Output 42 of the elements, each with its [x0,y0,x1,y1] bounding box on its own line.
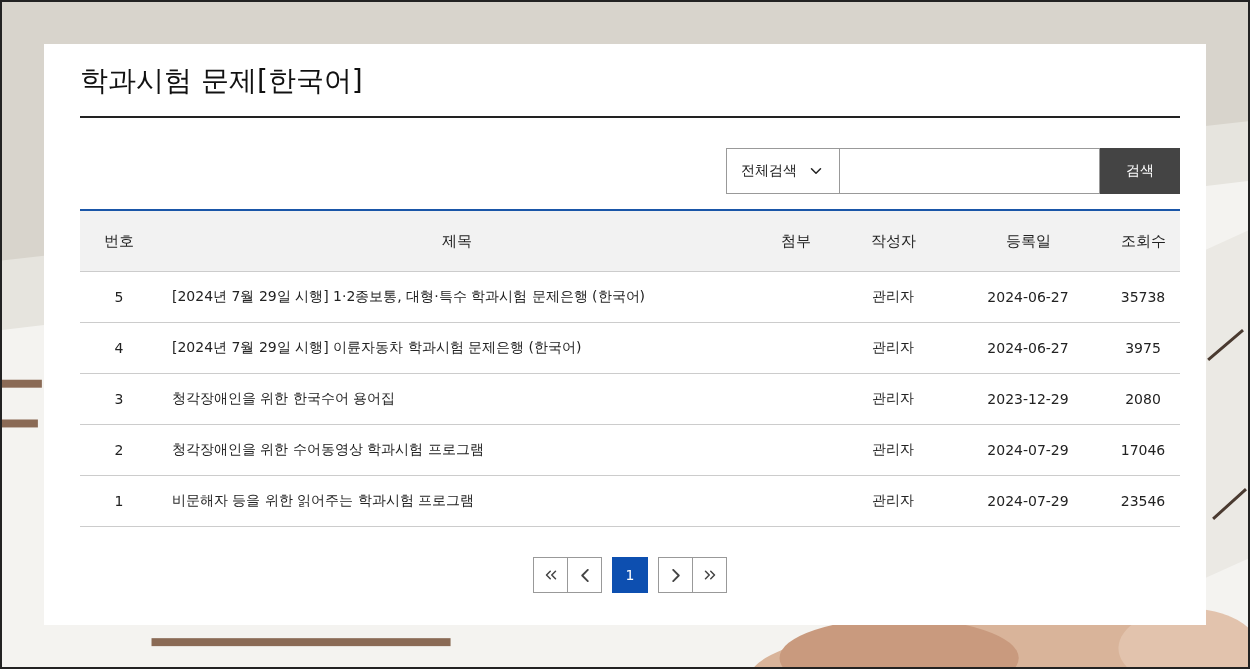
table-cell: 3 [80,373,158,425]
search-button[interactable]: 검색 [1100,148,1180,194]
table-cell: 1 [80,475,158,527]
search-field[interactable] [840,148,1100,194]
column-header: 등록일 [950,210,1106,272]
table-cell: 2080 [1106,373,1180,425]
column-header: 번호 [80,210,158,272]
column-header: 작성자 [836,210,950,272]
table-cell: 2024-06-27 [950,322,1106,374]
table-cell: 관리자 [836,373,950,425]
first-page-button[interactable] [533,557,568,593]
table-cell: 2 [80,424,158,476]
table-cell: 5 [80,271,158,323]
table-cell: 4 [80,322,158,374]
table-cell: 2024-07-29 [950,475,1106,527]
last-page-button[interactable] [692,557,727,593]
post-title-link[interactable]: 청각장애인을 위한 한국수어 용어집 [158,373,756,425]
column-header: 조회수 [1106,210,1180,272]
table-cell: 23546 [1106,475,1180,527]
page-title: 학과시험 문제[한국어] [80,64,1180,118]
table-cell: 17046 [1106,424,1180,476]
table-cell: 35738 [1106,271,1180,323]
post-title-link[interactable]: [2024년 7월 29일 시행] 이륜자동차 학과시험 문제은행 (한국어) [158,322,756,374]
post-title-link[interactable]: 비문해자 등을 위한 읽어주는 학과시험 프로그램 [158,475,756,527]
chevron-right-icon [671,568,680,582]
table-cell: 2024-06-27 [950,271,1106,323]
previous-page-button[interactable] [567,557,602,593]
page-button[interactable]: 1 [612,557,648,593]
post-title-link[interactable]: 청각장애인을 위한 수어동영상 학과시험 프로그램 [158,424,756,476]
table-cell: 3975 [1106,322,1180,374]
chevron-left-icon [580,568,589,582]
table-cell: 2023-12-29 [950,373,1106,425]
table-cell: 관리자 [836,424,950,476]
table-cell: 관리자 [836,475,950,527]
table-cell: 관리자 [836,271,950,323]
next-page-button[interactable] [658,557,693,593]
post-title-link[interactable]: [2024년 7월 29일 시행] 1·2종보통, 대형·특수 학과시험 문제은행 (한국어) [158,271,756,323]
column-header: 첨부 [756,210,836,272]
search-scope-dropdown[interactable]: 전체검색 [726,148,840,194]
column-header: 제목 [158,210,756,272]
table-cell: 2024-07-29 [950,424,1106,476]
table-cell: 관리자 [836,322,950,374]
